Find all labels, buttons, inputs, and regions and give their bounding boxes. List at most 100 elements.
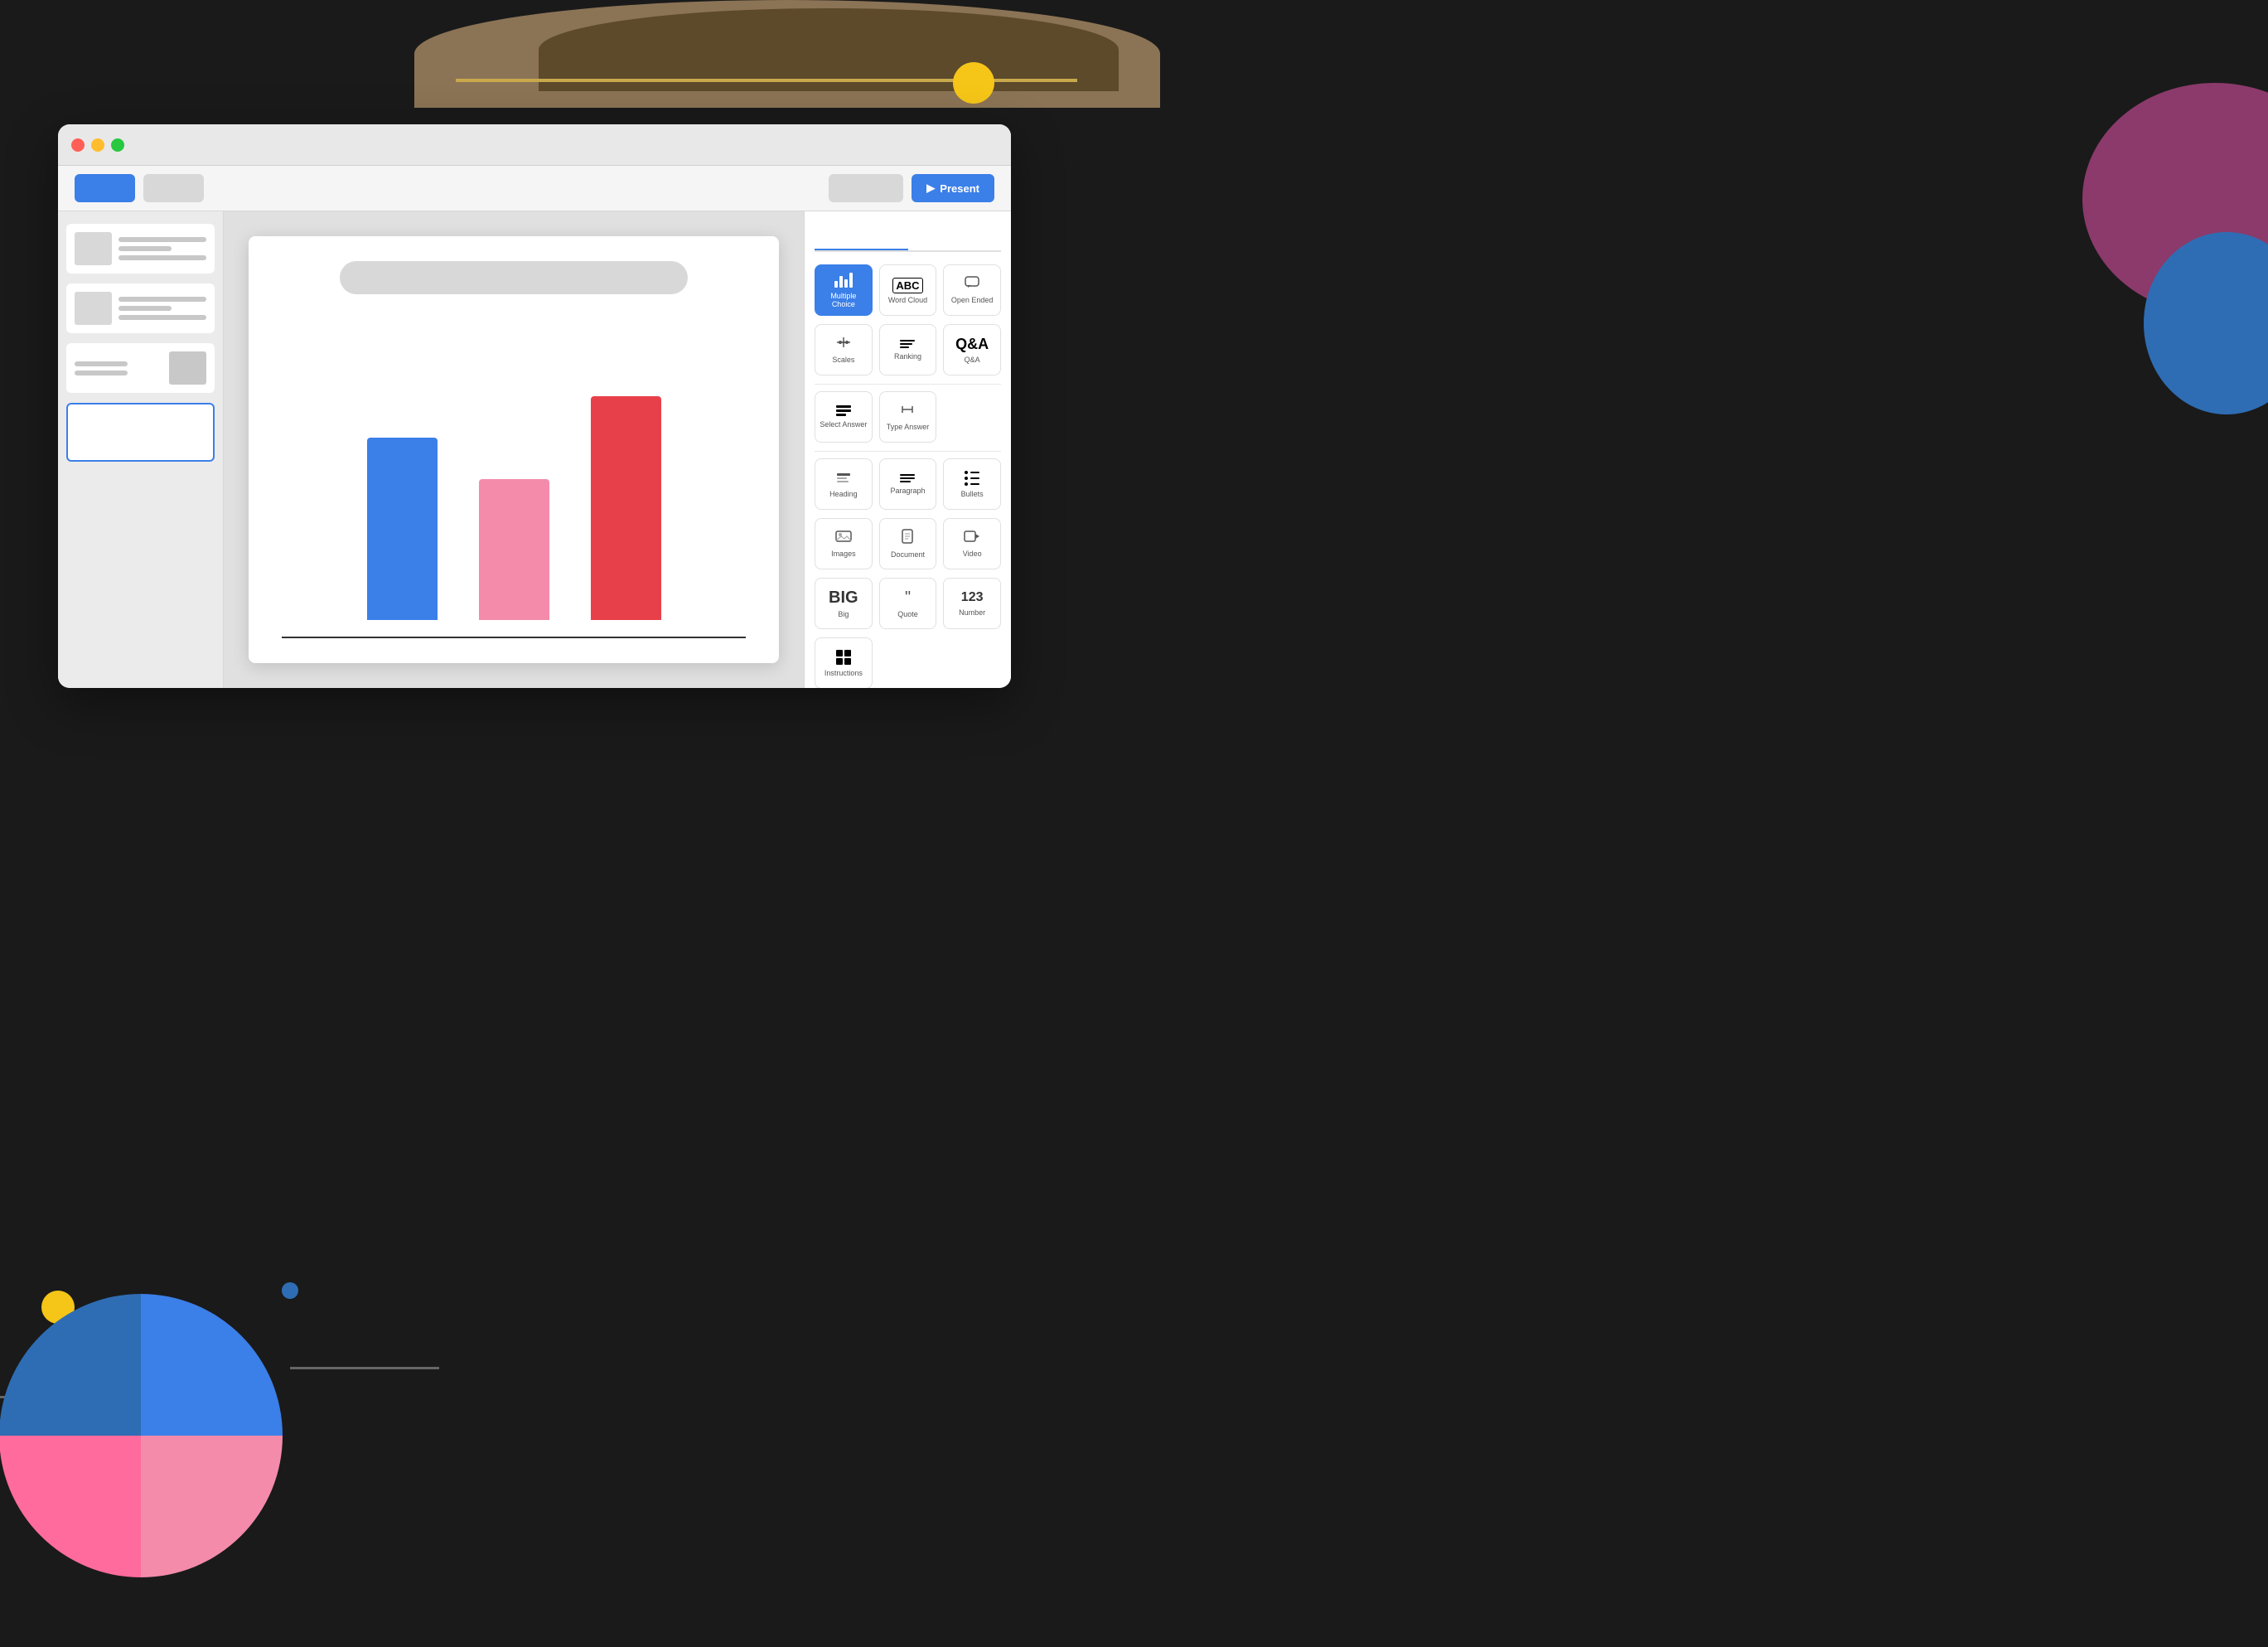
section-divider-1: [815, 384, 1001, 385]
video-label: Video: [963, 550, 982, 558]
slide-question-bar: [340, 261, 688, 294]
select-answer-button[interactable]: Select Answer: [815, 391, 873, 443]
bullets-button[interactable]: Bullets: [943, 458, 1001, 510]
big-icon: BIG: [829, 589, 858, 606]
type-grid-row2: Scales Ranking Q&A Q&A: [815, 324, 1001, 375]
slide-thumb-3[interactable]: [66, 343, 215, 393]
canvas-area[interactable]: [224, 211, 804, 688]
paragraph-button[interactable]: Paragraph: [879, 458, 937, 510]
maximize-button[interactable]: [111, 138, 124, 152]
slide-blank-4: [73, 409, 208, 455]
type-grid-row6: BIG Big " Quote 123 Number: [815, 578, 1001, 629]
bg-mountain-dark: [539, 8, 1119, 91]
bg-dot-blue-small: [282, 1282, 298, 1299]
app-window: ▶ Present: [58, 124, 1011, 688]
slide-line: [75, 371, 128, 375]
heading-button[interactable]: Heading: [815, 458, 873, 510]
big-button[interactable]: BIG Big: [815, 578, 873, 629]
bg-dot-pink: [116, 1444, 137, 1465]
word-cloud-label: Word Cloud: [888, 296, 927, 304]
ranking-button[interactable]: Ranking: [879, 324, 937, 375]
scales-label: Scales: [832, 356, 854, 364]
slide-line: [118, 315, 206, 320]
open-ended-icon: [965, 276, 979, 292]
bar-chart-icon: [834, 273, 853, 288]
slide-line: [118, 297, 206, 302]
instructions-icon: [836, 650, 851, 665]
document-button[interactable]: Document: [879, 518, 937, 569]
select-answer-icon: [836, 405, 851, 416]
type-answer-label: Type Answer: [887, 423, 930, 431]
slide-thumb-2[interactable]: [66, 283, 215, 333]
slide-line-short: [118, 246, 172, 251]
images-label: Images: [831, 550, 856, 558]
bullets-icon: [965, 471, 979, 486]
slide-line: [75, 361, 128, 366]
type-grid-row5: Images Document: [815, 518, 1001, 569]
number-icon: 123: [961, 591, 984, 604]
minimize-button[interactable]: [91, 138, 104, 152]
heading-label: Heading: [829, 490, 858, 498]
slide-thumbnail-3: [169, 351, 206, 385]
toolbar-right: ▶ Present: [829, 174, 994, 202]
qa-button[interactable]: Q&A Q&A: [943, 324, 1001, 375]
instructions-label: Instructions: [825, 669, 863, 677]
open-ended-button[interactable]: Open Ended: [943, 264, 1001, 316]
bar-red: [591, 396, 661, 620]
slide-line: [118, 237, 206, 242]
bg-line-gold: [456, 79, 1077, 82]
type-answer-icon: [900, 403, 915, 419]
toolbar-left: [75, 174, 204, 202]
document-icon: [901, 529, 914, 546]
toolbar: ▶ Present: [58, 166, 1011, 211]
type-grid-row4: Heading Paragraph: [815, 458, 1001, 510]
paragraph-label: Paragraph: [890, 487, 925, 495]
title-bar: [58, 124, 1011, 166]
type-grid-row1: Multiple Choice ABC Word Cloud: [815, 264, 1001, 316]
bg-dot-yellow: [41, 1291, 75, 1324]
images-icon: [835, 530, 852, 545]
panel-tabs: [815, 224, 1001, 252]
bar-blue: [367, 438, 438, 620]
bg-circle-purple: [2082, 83, 2268, 315]
big-label: Big: [838, 610, 849, 618]
toolbar-placeholder: [829, 174, 903, 202]
qa-label: Q&A: [965, 356, 980, 364]
multiple-choice-button[interactable]: Multiple Choice: [815, 264, 873, 316]
slide-lines-3: [75, 361, 162, 375]
slide-line: [118, 255, 206, 260]
number-label: Number: [959, 608, 985, 617]
traffic-lights: [71, 138, 124, 152]
toolbar-btn2[interactable]: [143, 174, 204, 202]
ranking-icon: [900, 340, 915, 348]
bar-pink: [479, 479, 549, 620]
heading-icon: [835, 470, 852, 486]
slide-lines-1: [118, 237, 206, 260]
section-divider-2: [815, 451, 1001, 452]
slide-thumb-1[interactable]: [66, 224, 215, 274]
type-grid-row3: Select Answer Type Answer: [815, 391, 1001, 443]
tab-2[interactable]: [908, 224, 1002, 250]
bg-line-small2: [0, 1396, 58, 1398]
video-button[interactable]: Video: [943, 518, 1001, 569]
scales-icon: [835, 336, 852, 351]
bullets-label: Bullets: [961, 490, 984, 498]
bg-circle-blue-right: [2144, 232, 2268, 414]
bg-dot-gold: [953, 62, 994, 104]
type-answer-button[interactable]: Type Answer: [879, 391, 937, 443]
images-button[interactable]: Images: [815, 518, 873, 569]
bg-line-small: [290, 1367, 439, 1369]
close-button[interactable]: [71, 138, 85, 152]
tab-1[interactable]: [815, 224, 908, 250]
number-button[interactable]: 123 Number: [943, 578, 1001, 629]
instructions-button[interactable]: Instructions: [815, 637, 873, 688]
present-button[interactable]: ▶ Present: [912, 174, 994, 202]
slide-thumb-4[interactable]: [66, 403, 215, 462]
scales-button[interactable]: Scales: [815, 324, 873, 375]
toolbar-btn1[interactable]: [75, 174, 135, 202]
document-label: Document: [891, 550, 925, 559]
word-cloud-button[interactable]: ABC Word Cloud: [879, 264, 937, 316]
quote-button[interactable]: " Quote: [879, 578, 937, 629]
slide-thumbnail-1: [75, 232, 112, 265]
slide-panel: [58, 211, 224, 688]
